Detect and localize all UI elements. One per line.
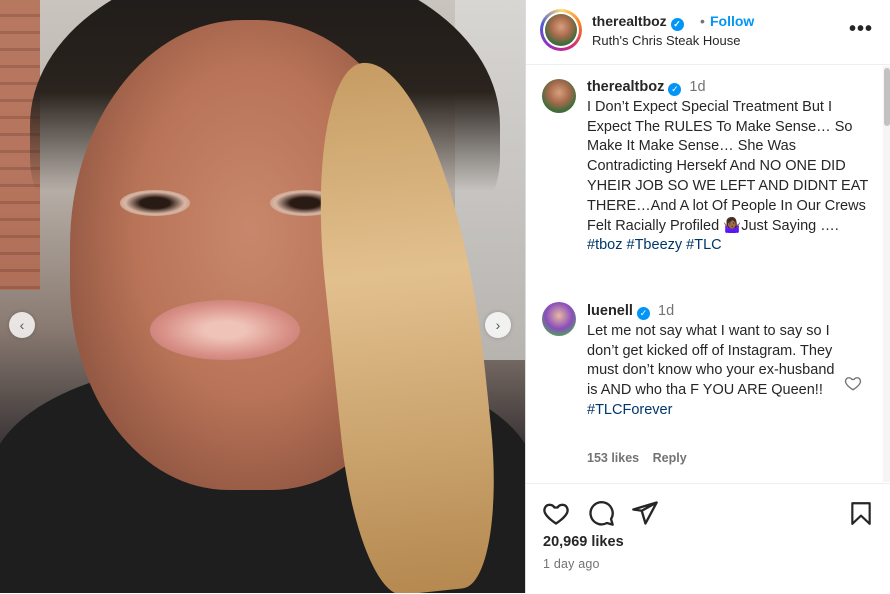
post-panel: therealtboz ✓ • Follow Ruth's Chris Stea… bbox=[525, 0, 890, 593]
share-icon[interactable] bbox=[631, 499, 659, 527]
like-icon[interactable] bbox=[542, 499, 570, 527]
caption-text: I Don’t Expect Special Treatment But I E… bbox=[587, 98, 868, 234]
hashtag-link[interactable]: #TLCForever bbox=[587, 402, 672, 418]
header-username-row[interactable]: therealtboz ✓ bbox=[592, 13, 684, 31]
comment-text: Let me not say what I want to say so I d… bbox=[587, 322, 835, 399]
verified-icon: ✓ bbox=[668, 83, 682, 96]
comment: luenell ✓ 1d Let me not say what I want … bbox=[587, 302, 837, 421]
comment-avatar[interactable] bbox=[542, 302, 576, 336]
caption-username[interactable]: therealtboz bbox=[587, 79, 664, 95]
comments-section[interactable]: therealtboz ✓ 1d I Don’t Expect Special … bbox=[526, 65, 881, 483]
chevron-right-icon[interactable]: › bbox=[485, 312, 511, 338]
scrollbar[interactable] bbox=[883, 66, 890, 482]
caption: therealtboz ✓ 1d I Don’t Expect Special … bbox=[587, 78, 869, 256]
hashtag-link[interactable]: #Tbeezy bbox=[627, 237, 683, 253]
verified-icon: ✓ bbox=[670, 18, 684, 31]
comment-like-icon[interactable] bbox=[844, 374, 862, 392]
caption-avatar[interactable] bbox=[542, 79, 576, 113]
hashtag-link[interactable]: #TLC bbox=[686, 237, 721, 253]
verified-icon: ✓ bbox=[636, 307, 650, 320]
more-icon[interactable]: ••• bbox=[849, 18, 873, 41]
post-media[interactable]: ‹ › bbox=[0, 0, 525, 593]
comment-meta: 153 likes Reply bbox=[587, 451, 697, 465]
avatar[interactable] bbox=[540, 9, 582, 51]
comment-likes[interactable]: 153 likes bbox=[587, 451, 639, 465]
scrollbar-thumb[interactable] bbox=[884, 68, 890, 126]
likes-count[interactable]: 20,969 likes bbox=[543, 534, 624, 550]
location-link[interactable]: Ruth's Chris Steak House bbox=[592, 33, 740, 48]
header-username[interactable]: therealtboz bbox=[592, 13, 667, 29]
post-time: 1 day ago bbox=[543, 557, 600, 571]
lips bbox=[150, 300, 300, 360]
save-icon[interactable] bbox=[848, 499, 874, 527]
comment-username[interactable]: luenell bbox=[587, 303, 633, 319]
chevron-left-icon[interactable]: ‹ bbox=[9, 312, 35, 338]
post-header: therealtboz ✓ • Follow Ruth's Chris Stea… bbox=[526, 0, 890, 65]
reply-button[interactable]: Reply bbox=[653, 451, 687, 465]
header-dot: • bbox=[700, 13, 705, 29]
follow-button[interactable]: Follow bbox=[710, 13, 754, 29]
hashtag-link[interactable]: #tboz bbox=[587, 237, 622, 253]
comment-icon[interactable] bbox=[587, 499, 615, 527]
comment-time: 1d bbox=[658, 303, 675, 319]
left-eye bbox=[120, 190, 190, 216]
action-bar: 20,969 likes 1 day ago bbox=[526, 483, 890, 594]
caption-time: 1d bbox=[689, 79, 706, 95]
